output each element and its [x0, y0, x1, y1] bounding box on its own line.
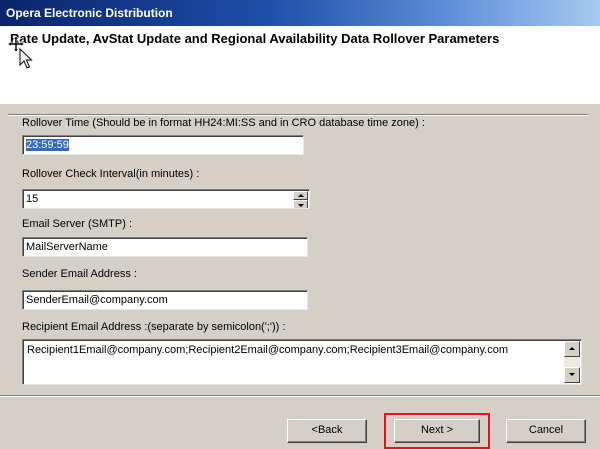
email-server-value: MailServerName — [26, 241, 108, 253]
sender-email-value: SenderEmail@company.com — [26, 294, 168, 306]
group-divider — [8, 114, 588, 116]
recipient-email-value: Recipient1Email@company.com;Recipient2Em… — [27, 344, 509, 356]
next-button-highlight — [384, 413, 490, 449]
footer-divider — [0, 395, 600, 397]
page-title: Rate Update, AvStat Update and Regional … — [10, 31, 500, 46]
spin-buttons[interactable] — [292, 191, 308, 208]
email-server-label: Email Server (SMTP) : — [22, 218, 133, 230]
arrow-cursor-icon — [19, 48, 33, 69]
scroll-up-button[interactable] — [564, 341, 580, 357]
back-button[interactable]: <Back — [287, 419, 367, 443]
form-panel: Rollover Time (Should be in format HH24:… — [0, 104, 600, 395]
sender-email-label: Sender Email Address : — [22, 268, 137, 280]
scroll-down-arrow-icon — [569, 373, 575, 376]
spin-up-button[interactable] — [293, 191, 308, 200]
recipient-email-label: Recipient Email Address :(separate by se… — [22, 321, 286, 333]
rollover-time-input[interactable]: 23:59:59 — [22, 135, 304, 155]
title-bar[interactable]: Opera Electronic Distribution — [0, 0, 600, 26]
recipient-email-textarea[interactable]: Recipient1Email@company.com;Recipient2Em… — [22, 339, 582, 385]
window-title: Opera Electronic Distribution — [6, 6, 173, 20]
check-interval-value: 15 — [26, 193, 39, 205]
spin-up-arrow-icon — [298, 194, 304, 197]
cancel-button[interactable]: Cancel — [506, 419, 586, 443]
spin-down-arrow-icon — [298, 204, 304, 207]
scroll-up-arrow-icon — [569, 347, 575, 350]
check-interval-label: Rollover Check Interval(in minutes) : — [22, 168, 200, 180]
scroll-down-button[interactable] — [564, 367, 580, 383]
spin-down-button[interactable] — [293, 200, 308, 208]
check-interval-stepper[interactable]: 15 — [22, 189, 310, 209]
rollover-time-label: Rollover Time (Should be in format HH24:… — [22, 117, 425, 129]
rollover-time-value: 23:59:59 — [26, 139, 69, 151]
button-bar: <Back Next > Cancel — [0, 395, 600, 449]
textarea-scrollbar[interactable] — [564, 341, 580, 383]
sender-email-input[interactable]: SenderEmail@company.com — [22, 290, 308, 310]
email-server-input[interactable]: MailServerName — [22, 237, 308, 257]
